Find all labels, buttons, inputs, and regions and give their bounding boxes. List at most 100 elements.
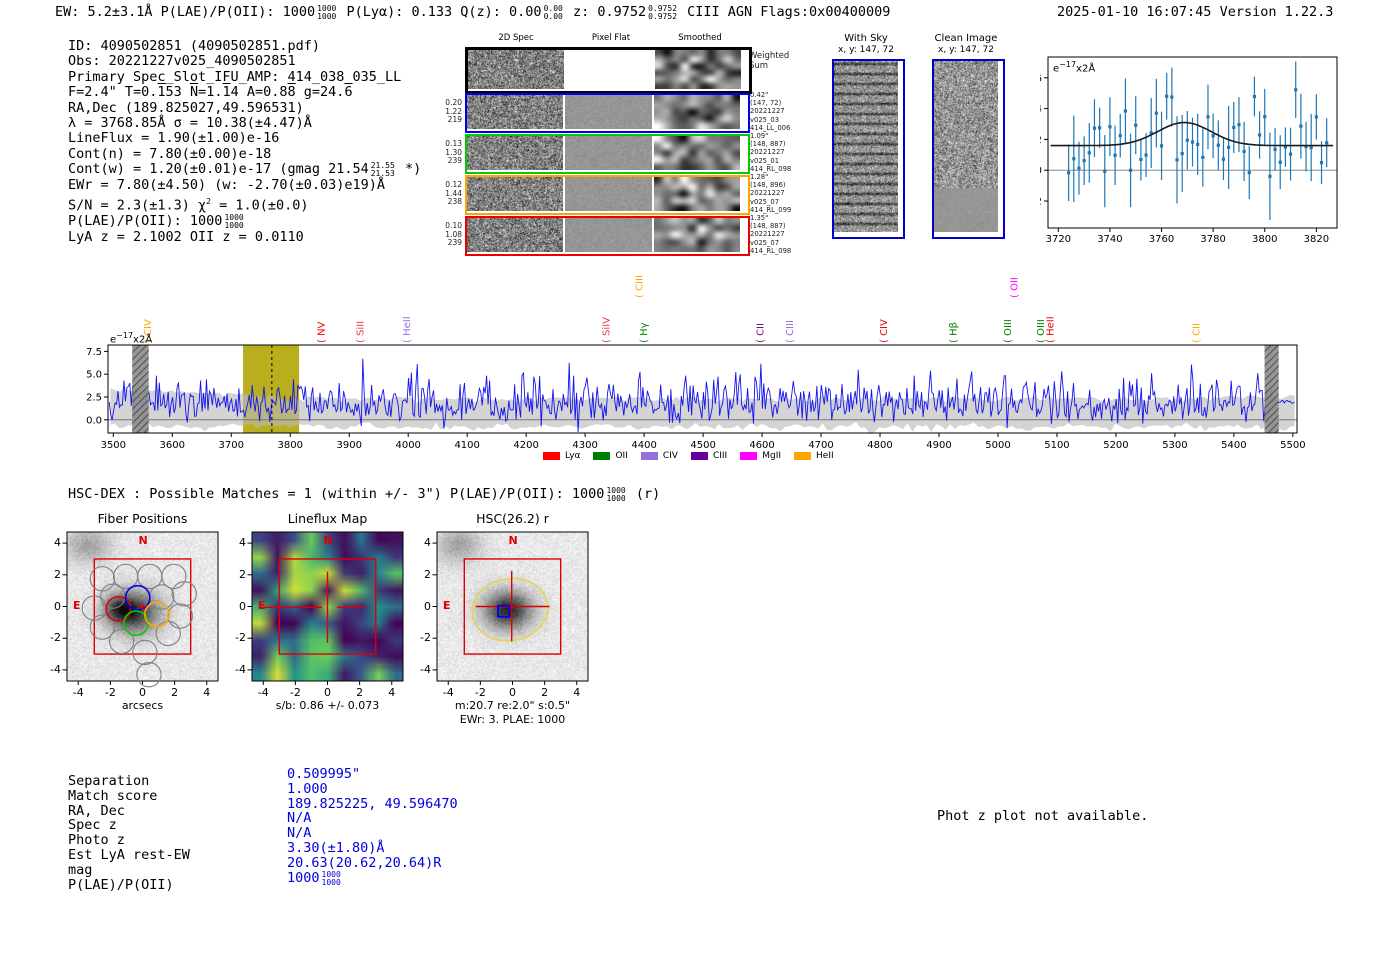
cutout-smoothed-canvas	[654, 95, 740, 129]
hsc-panel-overlay-svg	[432, 531, 589, 685]
compass-east-2: E	[443, 598, 451, 612]
svg-text:3800: 3800	[1252, 234, 1277, 245]
match-value-0: 0.509995"	[287, 766, 361, 782]
cutout-row	[465, 175, 750, 215]
cutout-row	[465, 134, 750, 174]
legend-swatch	[794, 452, 812, 460]
info-line-3: F=2.4" T=0.153 N=1.14 A=0.88 g=24.6	[68, 84, 353, 101]
hsc-xtick: -4	[257, 686, 269, 699]
emission-label-CII: ( CII	[755, 323, 766, 343]
match-table-values: 0.509995" 1.000 189.825225, 49.596470 N/A N/…	[287, 767, 458, 887]
hsc-ytick: 0	[239, 599, 246, 613]
info-line-5: λ = 3768.85Å σ = 10.38(±4.47)Å	[68, 115, 312, 132]
report-datetime: 2025-01-10 16:07:45	[1057, 4, 1212, 20]
legend-swatch	[690, 452, 708, 460]
hsc-ytick: 4	[239, 536, 246, 550]
cutout-2dspec-canvas	[467, 95, 563, 129]
cutout-row-right-labels: 1.09" (148, 887) 20221227 v025_01 414_RL_098	[750, 132, 792, 173]
svg-text:2: 2	[1040, 135, 1042, 146]
emission-label-Hβ: ( Hβ	[949, 322, 960, 343]
info-line-1: Obs: 20221227v025_4090502851	[68, 53, 296, 70]
svg-text:3740: 3740	[1097, 234, 1122, 245]
legend-item-CIV: CIV	[640, 451, 678, 461]
hsc-ytick: 0	[54, 599, 61, 613]
match-label-0: Separation	[68, 773, 150, 789]
hsc-sublabel-2-0: m:20.7 re:2.0" s:0.5"	[454, 699, 571, 712]
cutout-row	[465, 47, 752, 94]
svg-text:5100: 5100	[1044, 440, 1069, 451]
zoomplot-units-label: e−17x2Å	[1053, 60, 1096, 75]
cutout-row-right-labels: 1.35" (148, 887) 20221227 v025_07 414_RL_098	[750, 214, 792, 255]
svg-text:3500: 3500	[101, 440, 126, 451]
info-line-2: Primary Spec_Slot_IFU_AMP: 414_038_035_L…	[68, 68, 402, 85]
report-version: Version 1.22.3	[1219, 4, 1334, 20]
match-value-7: 1000 1000 1000	[287, 869, 341, 887]
info-line-4: RA,Dec (189.825027,49.596531)	[68, 99, 304, 116]
svg-text:3800: 3800	[278, 440, 303, 451]
cutout-row-left-labels: 0.20 1.22 219	[445, 98, 462, 125]
hsc-xtick: -2	[104, 686, 116, 699]
svg-text:5300: 5300	[1162, 440, 1187, 451]
legend-item-MgII: MgII	[740, 451, 781, 461]
hsc-ytick: -4	[50, 662, 61, 676]
report-page: EW: 5.2±3.1Å P(LAE)/P(OII): 1000 1000 1000…	[0, 0, 1400, 953]
hsc-ytick: 2	[54, 567, 61, 581]
hsc-xtick: -4	[442, 686, 454, 699]
hsc-ytick: -2	[420, 631, 431, 645]
legend-item-CIII: CIII	[690, 451, 727, 461]
cleanimage-title: Clean Image	[934, 33, 998, 44]
svg-text:5400: 5400	[1221, 440, 1246, 451]
emission-label-CIII: ( CIII	[634, 275, 645, 298]
match-label-6: mag	[68, 861, 93, 878]
cutout-row	[465, 93, 750, 133]
legend-item-OII: OII	[593, 451, 628, 461]
svg-text:4200: 4200	[513, 440, 538, 451]
cutout-smoothed-canvas	[654, 177, 740, 211]
emission-label-HeII: ( HeII	[402, 316, 413, 343]
hsc-ytick: -2	[235, 631, 246, 645]
match-value-1: 1.000	[287, 780, 328, 797]
legend-item-Lyα: Lyα	[543, 451, 580, 461]
hsc-ytick: -2	[50, 631, 61, 645]
emission-label-SiIV: ( SiIV	[601, 317, 612, 343]
compass-north-1: N	[323, 534, 333, 547]
match-value-2: 189.825225, 49.596470	[287, 795, 458, 812]
svg-text:6: 6	[1040, 73, 1042, 84]
detection-info-panel: ID: 4090502851 (4090502851.pdf) Obs: 2022…	[68, 38, 421, 245]
spectrum-legend: Lyα OII CIV CIII MgII HeII	[543, 445, 847, 464]
compass-east-1: E	[258, 598, 266, 612]
datetime-version: 2025-01-10 16:07:45 Version 1.22.3	[1057, 4, 1333, 20]
line-fit-plot: 3720 3740 3760 3780 3800 3820 -2 0 2 4 6	[1032, 48, 1350, 248]
hsc-ytick: 4	[54, 536, 61, 550]
emission-label-NV: ( NV	[317, 321, 328, 343]
hsc-xlabel-0: arcsecs	[121, 699, 164, 712]
cutout-col-header-2dspec: 2D Spec	[498, 33, 534, 43]
legend-label: MgII	[762, 451, 782, 461]
withsky-coords: x, y: 147, 72	[838, 45, 894, 55]
cleanimage-canvas	[934, 61, 998, 232]
match-label-5: Est LyA rest-EW	[68, 846, 190, 863]
svg-text:4800: 4800	[867, 440, 892, 451]
withsky-canvas	[834, 61, 898, 232]
legend-label: OII	[615, 451, 628, 461]
cutout-2dspec-canvas	[467, 218, 563, 252]
hsc-xtick: 0	[139, 686, 146, 699]
info-line-12: LyA z = 2.1002 OII z = 0.0110	[68, 228, 304, 245]
hsc-xtick: 4	[203, 686, 211, 699]
svg-text:3760: 3760	[1149, 234, 1174, 245]
svg-text:0: 0	[1040, 166, 1042, 177]
line-fit-plot-svg: 3720 3740 3760 3780 3800 3820 -2 0 2 4 6	[1032, 56, 1338, 245]
hsc-xtick: 0	[509, 686, 516, 699]
hsc-panel-overlay-svg	[247, 531, 404, 685]
svg-text:3820: 3820	[1304, 234, 1329, 245]
svg-text:-2: -2	[1040, 197, 1042, 208]
compass-north-0: N	[138, 534, 148, 547]
emission-label-CII: ( CII	[1192, 323, 1203, 343]
emission-label-OIII: ( OIII	[1003, 319, 1014, 343]
hsc-sublabel-1-0: s/b: 0.86 +/- 0.073	[275, 699, 380, 712]
withsky-panel	[832, 59, 905, 239]
hsc-panel-overlay-svg	[62, 531, 219, 688]
cutout-row-left-labels: 0.12 1.44 238	[445, 180, 462, 207]
info-line-11: P(LAE)/P(OII): 1000 1000 1000	[68, 212, 244, 230]
match-value-5: 3.30(±1.80)Å	[287, 839, 385, 856]
